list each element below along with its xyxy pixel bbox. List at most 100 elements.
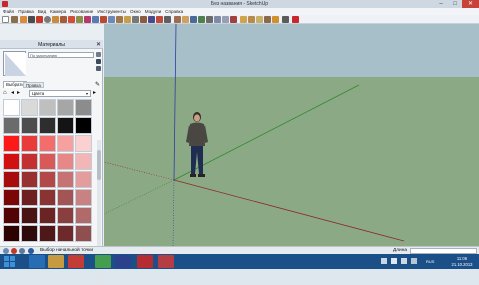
color-swatch[interactable] xyxy=(39,117,56,134)
tray-flag-icon[interactable] xyxy=(381,258,387,264)
rotate-icon[interactable] xyxy=(92,16,99,23)
menu-help[interactable]: Справка xyxy=(165,9,183,14)
menu-window[interactable]: Окно xyxy=(130,9,141,14)
menu-camera[interactable]: Камера xyxy=(50,9,66,14)
taskbar-app-chrome[interactable] xyxy=(68,255,84,268)
zoom-icon[interactable] xyxy=(190,16,197,23)
tray-volume-icon[interactable] xyxy=(401,258,407,264)
back-icon[interactable]: ◂ xyxy=(11,90,14,97)
protractor-icon[interactable] xyxy=(140,16,147,23)
text-icon[interactable] xyxy=(148,16,155,23)
minimize-button[interactable]: – xyxy=(434,0,448,8)
taskbar-app-utorrent[interactable] xyxy=(95,255,111,268)
color-swatch[interactable] xyxy=(39,171,56,188)
tray-language[interactable]: RUS xyxy=(426,259,434,264)
color-swatch[interactable] xyxy=(3,135,20,152)
color-swatch[interactable] xyxy=(39,189,56,206)
color-swatch[interactable] xyxy=(21,153,38,170)
follow-me-icon[interactable] xyxy=(100,16,107,23)
color-swatch[interactable] xyxy=(21,99,38,116)
extension-warehouse-icon[interactable] xyxy=(292,16,299,23)
look-around-icon[interactable] xyxy=(248,16,255,23)
menu-view[interactable]: Вид xyxy=(38,9,46,14)
menu-file[interactable]: Файл xyxy=(3,9,14,14)
menu-draw[interactable]: Рисование xyxy=(70,9,93,14)
color-swatch[interactable] xyxy=(39,207,56,224)
color-swatch[interactable] xyxy=(57,117,74,134)
material-name-field[interactable]: По умолчанию xyxy=(28,52,94,58)
menu-tools[interactable]: Инструменты xyxy=(97,9,126,14)
orbit-icon[interactable] xyxy=(174,16,181,23)
color-swatch[interactable] xyxy=(3,117,20,134)
windows-start-icon[interactable] xyxy=(4,256,15,267)
color-swatch[interactable] xyxy=(57,135,74,152)
tab-edit[interactable]: Правка xyxy=(23,82,44,88)
color-swatch[interactable] xyxy=(21,189,38,206)
taskbar-app-sketchup[interactable] xyxy=(137,255,153,268)
color-swatch[interactable] xyxy=(3,153,20,170)
color-swatch[interactable] xyxy=(3,189,20,206)
color-swatch[interactable] xyxy=(57,99,74,116)
rectangle-icon[interactable] xyxy=(28,16,35,23)
taskbar-app-explorer[interactable] xyxy=(48,255,64,268)
circle-icon[interactable] xyxy=(44,16,51,23)
details-arrow-icon[interactable]: ▸ xyxy=(93,90,96,97)
tape-measure-icon[interactable] xyxy=(124,16,131,23)
scale-icon[interactable] xyxy=(108,16,115,23)
menu-edit[interactable]: Правка xyxy=(18,9,34,14)
previous-view-icon[interactable] xyxy=(214,16,221,23)
select-tool-icon[interactable] xyxy=(2,16,9,23)
line-icon[interactable] xyxy=(36,16,43,23)
color-swatch[interactable] xyxy=(39,99,56,116)
polygon-icon[interactable] xyxy=(60,16,67,23)
color-swatch[interactable] xyxy=(3,171,20,188)
color-swatch[interactable] xyxy=(3,225,20,242)
panel-close-button[interactable]: ✕ xyxy=(96,41,101,48)
home-icon[interactable]: ⌂ xyxy=(3,90,7,97)
taskbar-app-opera[interactable] xyxy=(158,255,174,268)
color-swatch[interactable] xyxy=(75,99,92,116)
walk-icon[interactable] xyxy=(240,16,247,23)
color-swatch[interactable] xyxy=(57,225,74,242)
tray-date[interactable]: 21.10.2013 xyxy=(447,262,477,267)
tray-battery-icon[interactable] xyxy=(411,258,417,264)
color-swatch[interactable] xyxy=(3,207,20,224)
color-swatch[interactable] xyxy=(39,135,56,152)
color-swatch[interactable] xyxy=(57,153,74,170)
color-swatch[interactable] xyxy=(21,207,38,224)
taskbar-app-ie[interactable] xyxy=(29,255,45,268)
taskbar-app-word[interactable] xyxy=(115,255,131,268)
pan-icon[interactable] xyxy=(182,16,189,23)
color-swatch[interactable] xyxy=(21,117,38,134)
tray-network-icon[interactable] xyxy=(391,258,397,264)
color-swatch[interactable] xyxy=(75,153,92,170)
color-swatch[interactable] xyxy=(21,225,38,242)
color-swatch[interactable] xyxy=(75,171,92,188)
drawing-viewport[interactable] xyxy=(104,24,479,246)
dimension-icon[interactable] xyxy=(132,16,139,23)
move-icon[interactable] xyxy=(76,16,83,23)
make-component-icon[interactable] xyxy=(11,16,18,23)
tray-time[interactable]: 11:06 xyxy=(447,256,477,261)
color-swatch[interactable] xyxy=(39,153,56,170)
zoom-extents-icon[interactable] xyxy=(206,16,213,23)
color-swatch[interactable] xyxy=(75,207,92,224)
display-secondary-icon[interactable] xyxy=(96,52,101,57)
scroll-thumb[interactable] xyxy=(97,150,101,180)
library-dropdown[interactable]: Цвета ▾ xyxy=(29,90,91,97)
eraser-icon[interactable] xyxy=(20,16,27,23)
color-swatch[interactable] xyxy=(57,207,74,224)
color-swatch[interactable] xyxy=(57,171,74,188)
color-swatch[interactable] xyxy=(57,189,74,206)
zoom-window-icon[interactable] xyxy=(198,16,205,23)
color-swatch[interactable] xyxy=(39,225,56,242)
freehand-icon[interactable] xyxy=(68,16,75,23)
color-swatch[interactable] xyxy=(75,117,92,134)
share-model-icon[interactable] xyxy=(282,16,289,23)
forward-icon[interactable]: ▸ xyxy=(17,90,20,97)
color-swatch[interactable] xyxy=(75,135,92,152)
arc-icon[interactable] xyxy=(52,16,59,23)
close-button[interactable]: ✕ xyxy=(462,0,479,8)
maximize-button[interactable]: □ xyxy=(448,0,462,8)
color-swatch[interactable] xyxy=(75,189,92,206)
